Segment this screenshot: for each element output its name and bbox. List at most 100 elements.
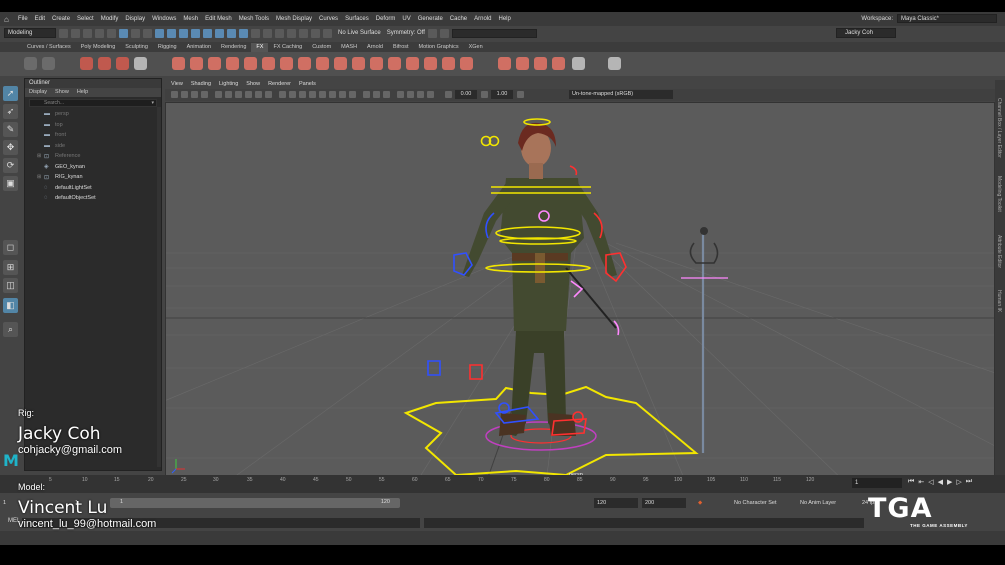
field-icon[interactable] — [370, 57, 383, 70]
field-icon[interactable] — [460, 57, 473, 70]
mask-surfaces-icon[interactable] — [203, 28, 212, 38]
mask-all-icon[interactable] — [155, 28, 164, 38]
emitter-icon[interactable] — [98, 57, 111, 70]
shadows-icon[interactable] — [339, 91, 346, 98]
menu-help[interactable]: Help — [498, 16, 510, 22]
menu-mesh-display[interactable]: Mesh Display — [276, 16, 312, 22]
isolate-select-icon[interactable] — [397, 91, 404, 98]
view-transform-dropdown[interactable]: Un-tone-mapped (sRGB) — [569, 90, 673, 99]
shelf-tab[interactable]: Animation — [182, 43, 216, 52]
field-icon[interactable] — [226, 57, 239, 70]
menu-file[interactable]: File — [18, 16, 28, 22]
zoom-icon[interactable]: ⌕ — [3, 322, 18, 337]
outliner-search-input[interactable]: Search... ▾ — [29, 99, 157, 107]
snap-curve-icon[interactable] — [263, 28, 272, 38]
workspace-dropdown[interactable]: Maya Classic* — [897, 14, 997, 23]
undo-icon[interactable] — [95, 28, 104, 38]
viewport-menu-view[interactable]: View — [171, 80, 183, 89]
expand-icon[interactable]: ⊞ — [37, 174, 44, 180]
quick-select-field[interactable] — [451, 28, 537, 38]
home-icon[interactable]: ⌂ — [4, 15, 13, 24]
step-forward-frame-icon[interactable]: ▷ — [956, 478, 961, 486]
shirt-icon[interactable] — [552, 57, 565, 70]
wireframe-icon[interactable] — [279, 91, 286, 98]
open-scene-icon[interactable] — [71, 28, 80, 38]
menu-edit-mesh[interactable]: Edit Mesh — [205, 16, 232, 22]
shelf-tab-fx[interactable]: FX — [251, 43, 269, 52]
gamma-field[interactable]: 1.00 — [491, 90, 513, 99]
playback-range-bar[interactable]: 1 120 — [110, 498, 400, 508]
field-icon[interactable] — [316, 57, 329, 70]
outliner-item[interactable]: ◈ GEO_kynan — [37, 162, 161, 173]
field-chart-icon[interactable] — [255, 91, 262, 98]
viewport-menu-lighting[interactable]: Lighting — [219, 80, 238, 89]
field-icon[interactable] — [298, 57, 311, 70]
user-account[interactable]: Jacky Coh — [836, 28, 896, 38]
select-by-object-icon[interactable] — [131, 28, 140, 38]
ipr-render-icon[interactable] — [323, 28, 332, 38]
animation-end-field[interactable]: 200 — [642, 498, 686, 508]
outliner-item[interactable]: ▬ top — [37, 120, 161, 131]
outliner-item[interactable]: ⊞ ⊡ Reference — [37, 151, 161, 162]
save-scene-icon[interactable] — [83, 28, 92, 38]
outliner-menu-help[interactable]: Help — [77, 88, 88, 97]
mask-dynamics-icon[interactable] — [227, 28, 236, 38]
viewport-menu-panels[interactable]: Panels — [299, 80, 316, 89]
paint-select-tool-icon[interactable]: ✎ — [3, 122, 18, 137]
select-by-hierarchy-icon[interactable] — [119, 28, 128, 38]
viewport-menu-renderer[interactable]: Renderer — [268, 80, 291, 89]
shelf-tab[interactable]: FX Caching — [268, 43, 307, 52]
field-icon[interactable] — [388, 57, 401, 70]
depth-of-field-icon[interactable] — [383, 91, 390, 98]
field-icon[interactable] — [334, 57, 347, 70]
textured-icon[interactable] — [319, 91, 326, 98]
ncloth-icon[interactable] — [134, 57, 147, 70]
nparticle-icon[interactable] — [80, 57, 93, 70]
menu-mesh[interactable]: Mesh — [183, 16, 198, 22]
outliner-menu-display[interactable]: Display — [29, 88, 47, 97]
move-tool-icon[interactable]: ✥ — [3, 140, 18, 155]
outliner-item[interactable]: ▬ front — [37, 130, 161, 141]
history-icon[interactable] — [299, 28, 308, 38]
menu-surfaces[interactable]: Surfaces — [345, 16, 369, 22]
menu-curves[interactable]: Curves — [319, 16, 338, 22]
outliner-persp-layout-icon[interactable]: ◧ — [3, 298, 18, 313]
exposure-icon[interactable] — [445, 91, 452, 98]
render-icon[interactable] — [311, 28, 320, 38]
lasso-tool-icon[interactable]: ➶ — [3, 104, 18, 119]
menu-select[interactable]: Select — [77, 16, 94, 22]
wireframe-on-shaded-icon[interactable] — [309, 91, 316, 98]
shelf-tab[interactable]: Poly Modeling — [76, 43, 121, 52]
safe-action-icon[interactable] — [265, 91, 272, 98]
nconstraint-icon[interactable] — [190, 57, 203, 70]
character-set-dropdown[interactable]: No Character Set — [734, 498, 777, 508]
field-icon[interactable] — [352, 57, 365, 70]
shirt-icon[interactable] — [534, 57, 547, 70]
sword-mesh[interactable] — [681, 227, 728, 453]
outliner-item[interactable]: ⊞ ⊡ RIG_kynan — [37, 172, 161, 183]
menu-arnold[interactable]: Arnold — [474, 16, 491, 22]
viewport-persp[interactable]: persp — [165, 102, 995, 482]
time-slider[interactable]: 5 10 15 20 25 30 35 40 45 50 55 60 65 70… — [0, 475, 1005, 493]
menu-edit[interactable]: Edit — [35, 16, 45, 22]
snap-grid-icon[interactable] — [251, 28, 260, 38]
shelf-tab[interactable]: Custom — [307, 43, 336, 52]
select-tool-icon[interactable]: ➚ — [3, 86, 18, 101]
snap-surface-icon[interactable] — [287, 28, 296, 38]
viewport-menu-show[interactable]: Show — [246, 80, 260, 89]
resolution-gate-icon[interactable] — [235, 91, 242, 98]
shirt-icon[interactable] — [572, 57, 585, 70]
xray-icon[interactable] — [407, 91, 414, 98]
tab-modeling-toolkit[interactable]: Modeling Toolkit — [996, 176, 1002, 212]
scale-tool-icon[interactable]: ▣ — [3, 176, 18, 191]
anim-layer-dropdown[interactable]: No Anim Layer — [800, 498, 836, 508]
live-surface-label[interactable]: No Live Surface — [338, 30, 381, 36]
field-icon[interactable] — [280, 57, 293, 70]
shelf-tab[interactable]: Rigging — [153, 43, 182, 52]
current-frame-field[interactable]: 1 — [852, 478, 902, 488]
shirt-icon[interactable] — [498, 57, 511, 70]
camera-attributes-icon[interactable] — [171, 91, 178, 98]
use-all-lights-icon[interactable] — [329, 91, 336, 98]
isolate-icon[interactable] — [427, 28, 437, 38]
shelf-tab[interactable]: Sculpting — [120, 43, 153, 52]
